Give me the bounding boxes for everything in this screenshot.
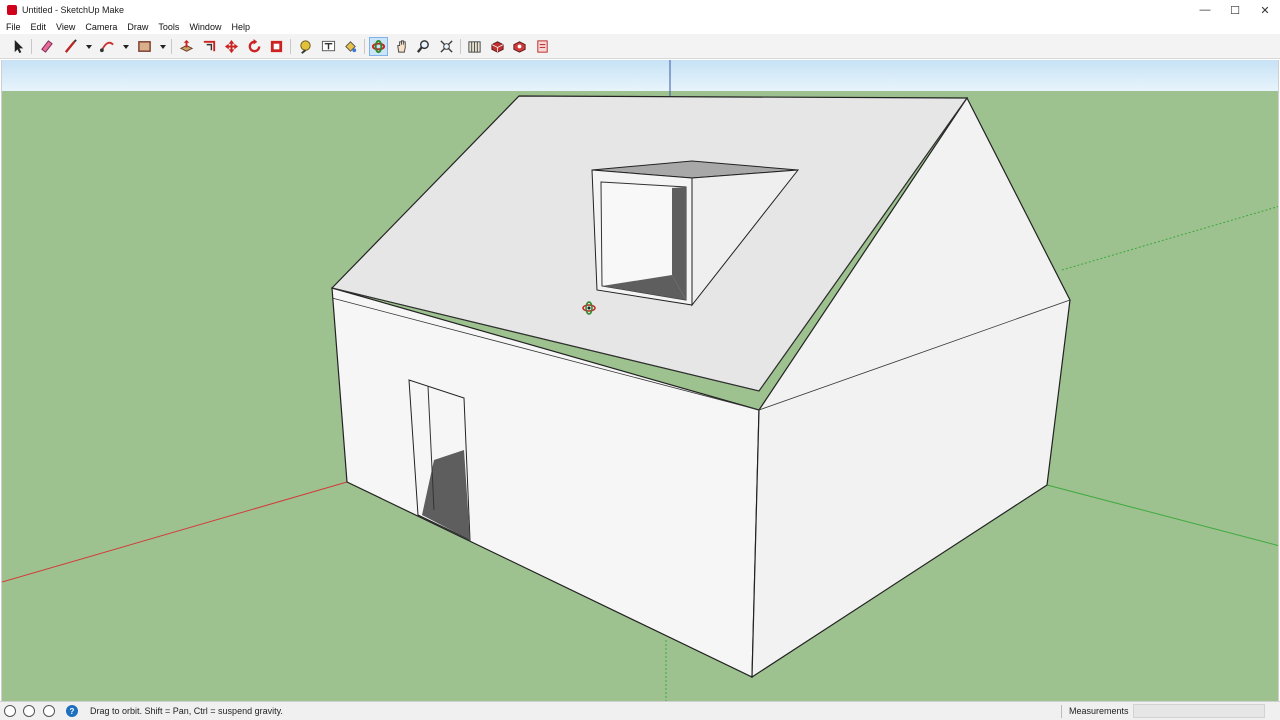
menu-bar: File Edit View Camera Draw Tools Window … xyxy=(0,20,1280,34)
toolbar-separator xyxy=(290,39,291,54)
scale-icon xyxy=(270,40,283,53)
zoom-extents-tool-button[interactable] xyxy=(437,37,456,56)
line-icon xyxy=(64,39,77,53)
orbit-tool-button[interactable] xyxy=(369,37,388,56)
menu-file[interactable]: File xyxy=(6,22,21,32)
extension-warehouse-button[interactable] xyxy=(510,37,529,56)
toolbar-separator xyxy=(364,39,365,54)
measurements-label: Measurements xyxy=(1069,706,1129,716)
rotate-tool-button[interactable] xyxy=(245,37,264,56)
status-divider xyxy=(1061,705,1062,718)
text-icon xyxy=(321,40,336,52)
move-icon xyxy=(224,39,239,54)
eraser-tool-button[interactable] xyxy=(37,37,56,56)
pan-tool-button[interactable] xyxy=(392,37,411,56)
arc-tool-button[interactable] xyxy=(98,37,117,56)
zoom-icon xyxy=(416,40,429,53)
extension-warehouse-icon xyxy=(513,41,526,53)
main-toolbar xyxy=(0,34,1280,59)
measurements-input[interactable] xyxy=(1133,704,1265,718)
warehouse-button[interactable] xyxy=(465,37,484,56)
eraser-icon xyxy=(41,40,53,53)
arc-dropdown-icon[interactable] xyxy=(123,44,129,50)
sketchup-window: Untitled - SketchUp Make — ☐ ✕ File Edit… xyxy=(0,0,1280,720)
pan-icon xyxy=(397,40,406,53)
menu-window[interactable]: Window xyxy=(189,22,221,32)
tape-measure-icon xyxy=(300,40,311,54)
title-bar: Untitled - SketchUp Make — ☐ ✕ xyxy=(0,0,1280,20)
menu-view[interactable]: View xyxy=(56,22,75,32)
select-icon xyxy=(14,39,24,54)
tape-measure-tool-button[interactable] xyxy=(296,37,315,56)
move-tool-button[interactable] xyxy=(222,37,241,56)
extension-icon xyxy=(491,41,504,53)
window-title: Untitled - SketchUp Make xyxy=(22,5,125,15)
close-button[interactable]: ✕ xyxy=(1250,0,1280,20)
credits-icon[interactable] xyxy=(23,705,35,717)
status-text: Drag to orbit. Shift = Pan, Ctrl = suspe… xyxy=(90,706,283,716)
orbit-icon xyxy=(371,39,386,54)
layout-button[interactable] xyxy=(533,37,552,56)
modeling-viewport[interactable] xyxy=(1,60,1279,701)
zoom-tool-button[interactable] xyxy=(414,37,433,56)
layout-icon xyxy=(537,40,548,53)
extension-button[interactable] xyxy=(488,37,507,56)
sky-gradient xyxy=(2,60,1278,91)
user-icon[interactable] xyxy=(43,705,55,717)
line-dropdown-icon[interactable] xyxy=(86,44,92,50)
push-pull-icon xyxy=(179,39,194,52)
geo-location-icon[interactable] xyxy=(4,705,16,717)
toolbar-separator xyxy=(460,39,461,54)
sketchup-logo-icon xyxy=(7,5,17,15)
offset-icon xyxy=(203,40,216,52)
scene-canvas xyxy=(2,60,1278,701)
zoom-extents-icon xyxy=(440,40,453,53)
text-tool-button[interactable] xyxy=(319,37,338,56)
scale-tool-button[interactable] xyxy=(267,37,286,56)
menu-tools[interactable]: Tools xyxy=(158,22,179,32)
minimize-button[interactable]: — xyxy=(1190,0,1220,20)
paint-bucket-icon xyxy=(345,41,357,53)
warehouse-icon xyxy=(468,41,481,53)
rotate-icon xyxy=(248,39,261,53)
maximize-button[interactable]: ☐ xyxy=(1220,0,1250,20)
offset-tool-button[interactable] xyxy=(200,37,219,56)
rectangle-icon xyxy=(138,41,151,52)
paint-bucket-tool-button[interactable] xyxy=(341,37,360,56)
menu-camera[interactable]: Camera xyxy=(85,22,117,32)
status-bar: ? Drag to orbit. Shift = Pan, Ctrl = sus… xyxy=(0,701,1280,720)
toolbar-separator xyxy=(31,39,32,54)
line-tool-button[interactable] xyxy=(61,37,80,56)
select-tool-button[interactable] xyxy=(9,37,28,56)
push-pull-tool-button[interactable] xyxy=(177,37,196,56)
menu-help[interactable]: Help xyxy=(231,22,250,32)
rectangle-tool-button[interactable] xyxy=(135,37,154,56)
help-icon[interactable]: ? xyxy=(66,705,78,717)
arc-icon xyxy=(100,41,114,53)
shape-dropdown-icon[interactable] xyxy=(160,44,166,50)
menu-edit[interactable]: Edit xyxy=(31,22,47,32)
toolbar-separator xyxy=(171,39,172,54)
menu-draw[interactable]: Draw xyxy=(127,22,148,32)
